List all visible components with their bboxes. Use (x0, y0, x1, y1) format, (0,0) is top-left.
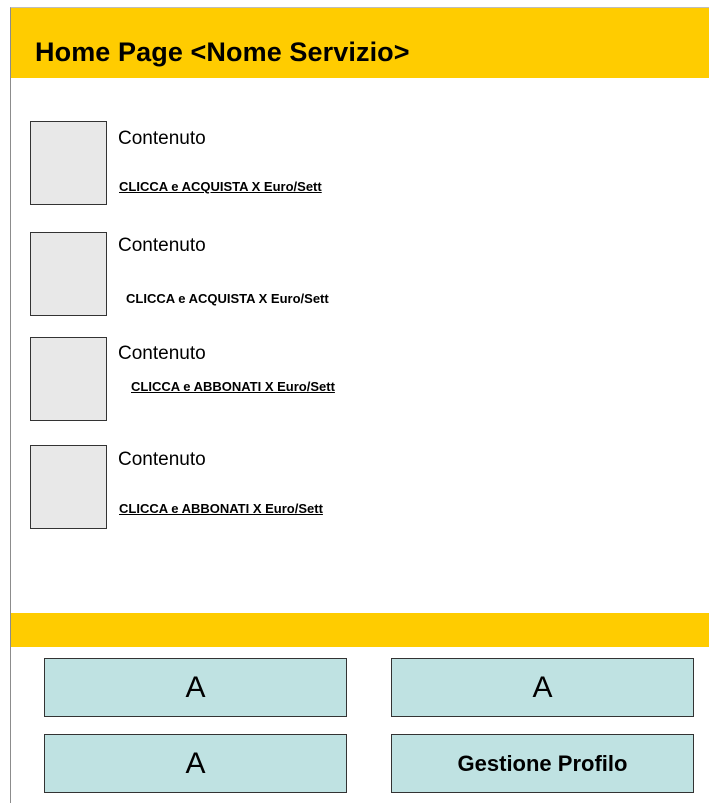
content-thumbnail[interactable] (30, 445, 107, 529)
buy-link[interactable]: CLICCA e ACQUISTA X Euro/Sett (119, 179, 322, 194)
footer-bar (11, 613, 709, 647)
content-thumbnail[interactable] (30, 337, 107, 421)
menu-button-a[interactable]: A (44, 658, 347, 717)
menu-button-a[interactable]: A (44, 734, 347, 793)
menu-button-label: A (185, 746, 206, 780)
content-title: Contenuto (118, 235, 206, 256)
list-item: Contenuto CLICCA e ACQUISTA X Euro/Sett (30, 121, 630, 211)
list-item: Contenuto CLICCA e ABBONATI X Euro/Sett (30, 445, 630, 535)
content-title: Contenuto (118, 128, 206, 149)
menu-button-label: A (532, 670, 553, 704)
menu-button-label: A (185, 670, 206, 704)
menu-button-label: Gestione Profilo (457, 750, 628, 776)
content-thumbnail[interactable] (30, 232, 107, 316)
content-thumbnail[interactable] (30, 121, 107, 205)
header-bar: Home Page <Nome Servizio> (11, 8, 709, 78)
profile-management-button[interactable]: Gestione Profilo (391, 734, 694, 793)
subscribe-link[interactable]: CLICCA e ABBONATI X Euro/Sett (119, 501, 323, 516)
content-title: Contenuto (118, 449, 206, 470)
content-title: Contenuto (118, 343, 206, 364)
list-item: Contenuto CLICCA e ABBONATI X Euro/Sett (30, 337, 630, 427)
buy-link[interactable]: CLICCA e ACQUISTA X Euro/Sett (126, 291, 329, 306)
subscribe-link[interactable]: CLICCA e ABBONATI X Euro/Sett (131, 379, 335, 394)
menu-button-a[interactable]: A (391, 658, 694, 717)
page-title: Home Page <Nome Servizio> (35, 37, 410, 67)
list-item: Contenuto CLICCA e ACQUISTA X Euro/Sett (30, 232, 630, 322)
